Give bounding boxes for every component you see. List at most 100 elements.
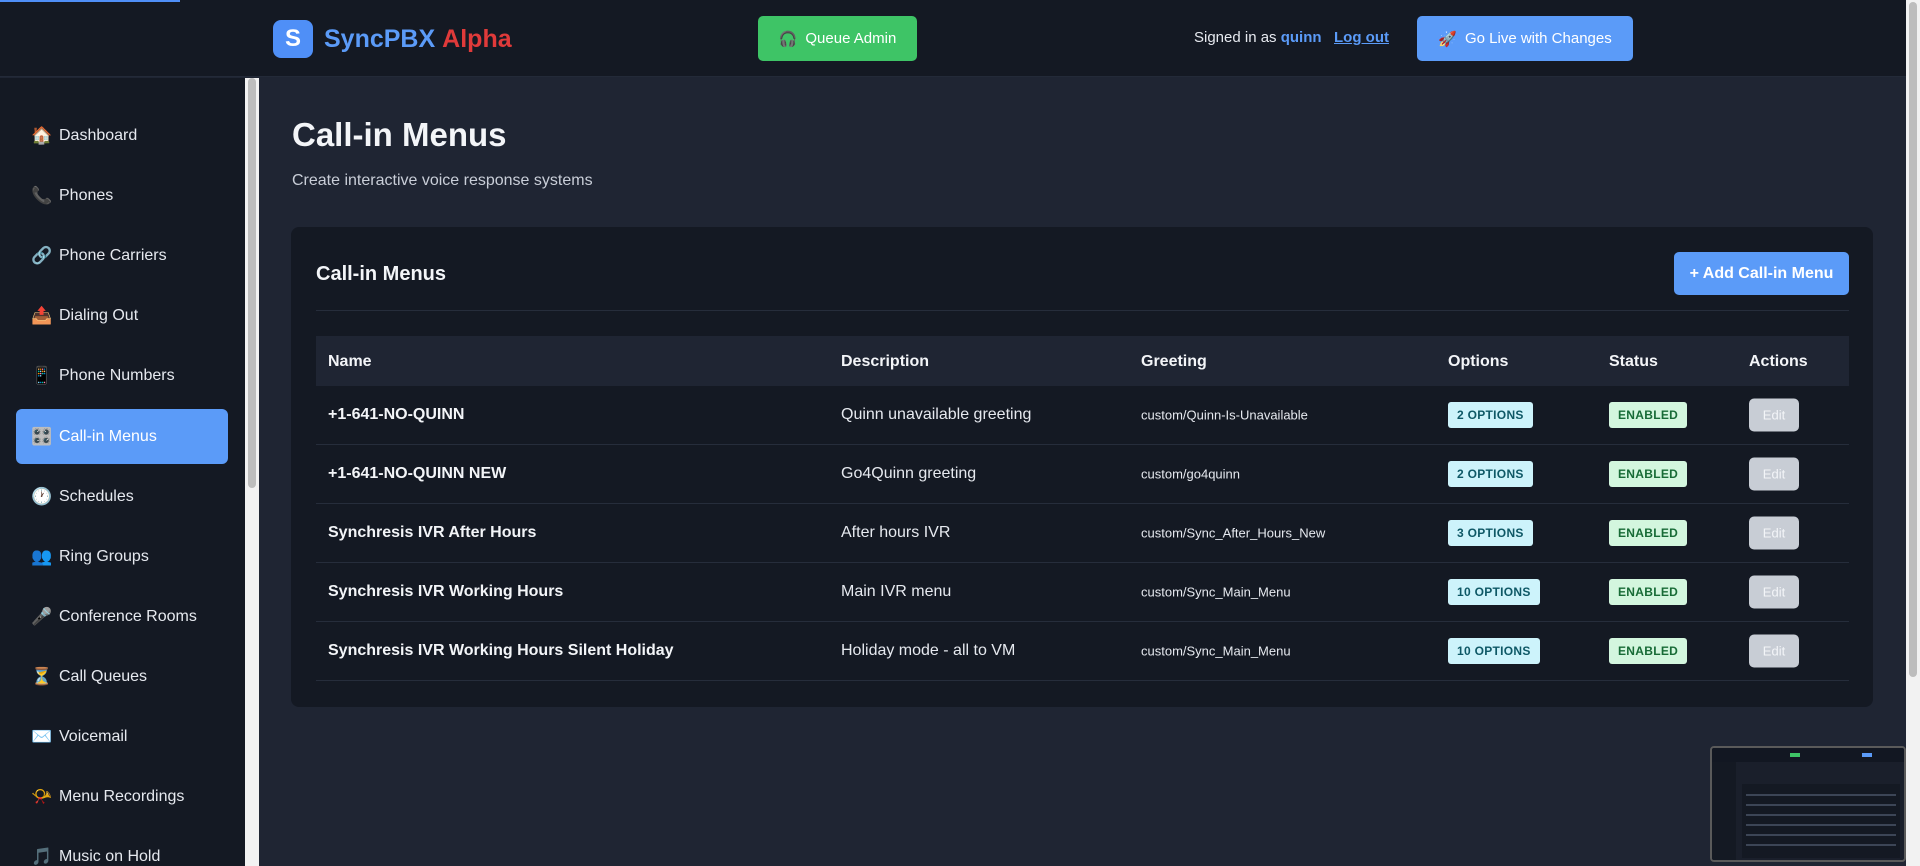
column-header-options: Options [1448, 353, 1509, 370]
sidebar-item-ring-groups[interactable]: 👥 Ring Groups [16, 529, 228, 584]
table-row: +1-641-NO-QUINN NEW Go4Quinn greeting cu… [316, 445, 1849, 504]
menu-name: Synchresis IVR Working Hours Silent Holi… [328, 642, 674, 659]
status-badge: ENABLED [1609, 402, 1688, 428]
thumbnail-line [1746, 804, 1896, 806]
edit-button[interactable]: Edit [1749, 457, 1799, 491]
logout-link[interactable]: Log out [1334, 29, 1389, 46]
people-icon: 👥 [31, 546, 53, 566]
sidebar-item-label: Ring Groups [59, 547, 149, 565]
outbox-icon: 📤 [31, 305, 53, 325]
menu-description: Go4Quinn greeting [841, 465, 977, 482]
signed-in-prefix: Signed in as [1194, 29, 1277, 46]
edit-button[interactable]: Edit [1749, 398, 1799, 432]
app-name: SyncPBX [324, 24, 436, 53]
headset-icon: 🎧 [778, 30, 798, 48]
table-header: Name Description Greeting Options Status… [316, 336, 1849, 386]
sidebar-item-music-on-hold[interactable]: 🎵 Music on Hold [16, 829, 228, 866]
sidebar-item-label: Phone Numbers [59, 366, 175, 384]
envelope-icon: ✉️ [31, 726, 53, 746]
app-tag: Alpha [442, 24, 512, 53]
thumbnail-line [1746, 824, 1896, 826]
column-header-actions: Actions [1749, 353, 1808, 370]
page-title: Call-in Menus [292, 116, 507, 153]
status-badge: ENABLED [1609, 520, 1688, 546]
app-logo[interactable]: S SyncPBX Alpha [273, 20, 512, 58]
column-header-greeting: Greeting [1141, 353, 1207, 370]
menu-greeting: custom/Sync_Main_Menu [1141, 584, 1291, 600]
thumbnail-topbar [1712, 748, 1904, 762]
rocket-icon: 🚀 [1438, 30, 1457, 48]
go-live-label: Go Live with Changes [1464, 30, 1612, 47]
screenshot-thumbnail[interactable] [1710, 746, 1906, 862]
hourglass-icon: ⏳ [31, 666, 53, 686]
edit-button[interactable]: Edit [1749, 575, 1799, 609]
status-badge: ENABLED [1609, 461, 1688, 487]
menu-greeting: custom/Sync_Main_Menu [1141, 643, 1291, 659]
options-badge: 10 OPTIONS [1448, 579, 1540, 605]
clock-icon: 🕐 [31, 486, 53, 506]
sidebar-item-label: Call-in Menus [59, 427, 157, 445]
sidebar-item-call-queues[interactable]: ⏳ Call Queues [16, 649, 228, 704]
thumbnail-line [1746, 844, 1896, 846]
options-badge: 2 OPTIONS [1448, 461, 1533, 487]
queue-admin-label: Queue Admin [805, 30, 897, 47]
sidebar-item-label: Voicemail [59, 727, 128, 745]
thumbnail-blue-mark [1862, 753, 1872, 757]
sidebar-item-label: Conference Rooms [59, 607, 197, 625]
sidebar-item-schedules[interactable]: 🕐 Schedules [16, 469, 228, 524]
go-live-button[interactable]: 🚀 Go Live with Changes [1417, 16, 1633, 61]
control-knobs-icon: 🎛️ [31, 426, 53, 446]
sidebar-item-call-in-menus[interactable]: 🎛️ Call-in Menus [16, 409, 228, 464]
microphone-icon: 🎤 [31, 606, 53, 626]
call-in-menus-card: Call-in Menus + Add Call-in Menu Name De… [291, 227, 1873, 707]
column-header-status: Status [1609, 353, 1658, 370]
menu-name: Synchresis IVR Working Hours [328, 583, 564, 600]
loading-progress-bar [0, 0, 180, 2]
table-row: Synchresis IVR Working Hours Silent Holi… [316, 622, 1849, 681]
menu-name: +1-641-NO-QUINN NEW [328, 465, 507, 482]
menu-description: Quinn unavailable greeting [841, 406, 1032, 423]
sidebar-scrollbar-thumb[interactable] [248, 78, 256, 488]
sidebar-item-voicemail[interactable]: ✉️ Voicemail [16, 709, 228, 764]
options-badge: 3 OPTIONS [1448, 520, 1533, 546]
menu-name: Synchresis IVR After Hours [328, 524, 537, 541]
menu-description: Holiday mode - all to VM [841, 642, 1016, 659]
music-note-icon: 🎵 [31, 846, 53, 866]
thumbnail-green-mark [1790, 753, 1800, 757]
menu-greeting: custom/Quinn-Is-Unavailable [1141, 407, 1308, 423]
thumbnail-line [1746, 794, 1896, 796]
sidebar-item-phones[interactable]: 📞 Phones [16, 168, 228, 223]
house-icon: 🏠 [31, 125, 53, 145]
menu-name: +1-641-NO-QUINN [328, 406, 465, 423]
table-row: Synchresis IVR After Hours After hours I… [316, 504, 1849, 563]
signed-in-username: quinn [1280, 29, 1322, 46]
signed-in-text: Signed in as quinn [1194, 29, 1322, 46]
status-badge: ENABLED [1609, 638, 1688, 664]
sidebar-item-dialing-out[interactable]: 📤 Dialing Out [16, 288, 228, 343]
sidebar-item-label: Schedules [59, 487, 134, 505]
sidebar-item-phone-carriers[interactable]: 🔗 Phone Carriers [16, 228, 228, 283]
table-row: +1-641-NO-QUINN Quinn unavailable greeti… [316, 386, 1849, 445]
add-call-in-menu-button[interactable]: + Add Call-in Menu [1674, 252, 1849, 295]
sidebar-item-label: Dashboard [59, 126, 138, 144]
sidebar-item-label: Phone Carriers [59, 246, 167, 264]
queue-admin-button[interactable]: 🎧 Queue Admin [758, 16, 917, 61]
edit-button[interactable]: Edit [1749, 634, 1799, 668]
sidebar-item-phone-numbers[interactable]: 📱 Phone Numbers [16, 348, 228, 403]
sidebar-item-conference-rooms[interactable]: 🎤 Conference Rooms [16, 589, 228, 644]
logo-badge-icon: S [273, 20, 313, 58]
thumbnail-line [1746, 834, 1896, 836]
sidebar-item-label: Menu Recordings [59, 787, 185, 805]
sidebar-item-menu-recordings[interactable]: 📯 Menu Recordings [16, 769, 228, 824]
menu-greeting: custom/Sync_After_Hours_New [1141, 525, 1326, 541]
card-title: Call-in Menus [316, 263, 447, 285]
page-subtitle: Create interactive voice response system… [292, 172, 593, 189]
edit-button[interactable]: Edit [1749, 516, 1799, 550]
menu-description: After hours IVR [841, 524, 951, 541]
column-header-description: Description [841, 353, 930, 370]
table-row: Synchresis IVR Working Hours Main IVR me… [316, 563, 1849, 622]
sidebar: 🏠 Dashboard 📞 Phones 🔗 Phone Carriers 📤 … [0, 78, 245, 866]
menu-description: Main IVR menu [841, 583, 952, 600]
sidebar-item-dashboard[interactable]: 🏠 Dashboard [16, 108, 228, 163]
page-scrollbar-thumb[interactable] [1909, 2, 1917, 677]
